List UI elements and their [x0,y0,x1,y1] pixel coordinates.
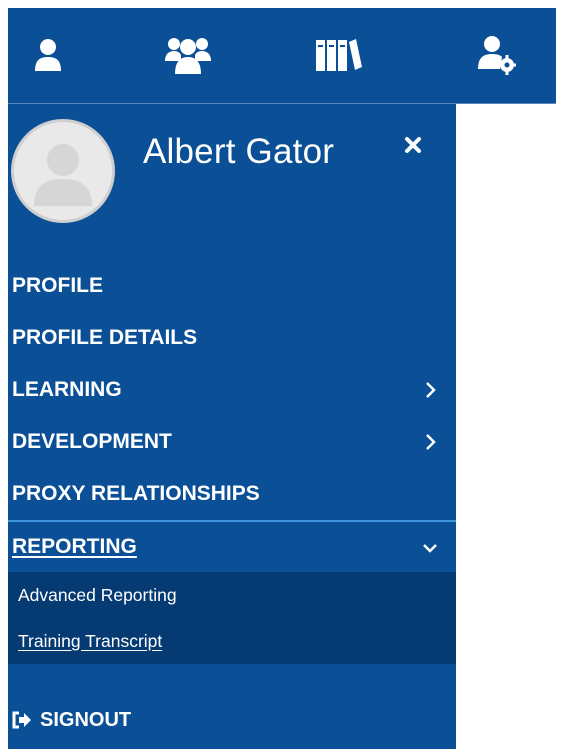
reporting-submenu: Advanced Reporting Training Transcript [8,572,456,664]
submenu-item-training-transcript[interactable]: Training Transcript [8,618,456,664]
users-group-icon[interactable] [161,30,215,80]
menu-item-development[interactable]: DEVELOPMENT [8,416,456,468]
signout-button[interactable]: SIGNOUT [8,700,456,740]
submenu-item-advanced-reporting[interactable]: Advanced Reporting [8,572,456,618]
chevron-right-icon [426,434,436,450]
submenu-item-label: Training Transcript [18,630,163,651]
menu-item-label: PROFILE [12,274,104,297]
menu-item-label: PROXY RELATIONSHIPS [12,482,260,505]
menu-item-proxy-relationships[interactable]: PROXY RELATIONSHIPS [8,468,456,520]
menu-item-profile[interactable]: PROFILE [8,260,456,312]
menu-item-learning[interactable]: LEARNING [8,364,456,416]
menu-item-label: REPORTING [12,535,137,558]
signout-label: SIGNOUT [40,708,132,731]
library-icon[interactable] [311,30,365,80]
submenu-item-label: Advanced Reporting [18,584,177,605]
menu-item-reporting[interactable]: REPORTING [8,520,456,572]
user-name: Albert Gator [143,132,335,171]
top-navigation-bar [8,8,556,104]
menu-item-label: DEVELOPMENT [12,430,172,453]
user-icon[interactable] [21,30,75,80]
main-menu: PROFILE PROFILE DETAILS LEARNING DEVELOP… [8,260,456,664]
menu-item-profile-details[interactable]: PROFILE DETAILS [8,312,456,364]
avatar-placeholder-icon [11,119,115,223]
chevron-right-icon [426,382,436,398]
close-icon[interactable] [398,130,428,160]
menu-item-label: PROFILE DETAILS [12,326,198,349]
user-settings-icon[interactable] [470,30,524,80]
chevron-down-icon [423,544,437,553]
user-header: Albert Gator [8,104,456,264]
profile-menu-panel: Albert Gator PROFILE PROFILE DETAILS LEA… [8,104,456,749]
menu-item-label: LEARNING [12,378,122,401]
sign-out-icon [12,711,34,729]
